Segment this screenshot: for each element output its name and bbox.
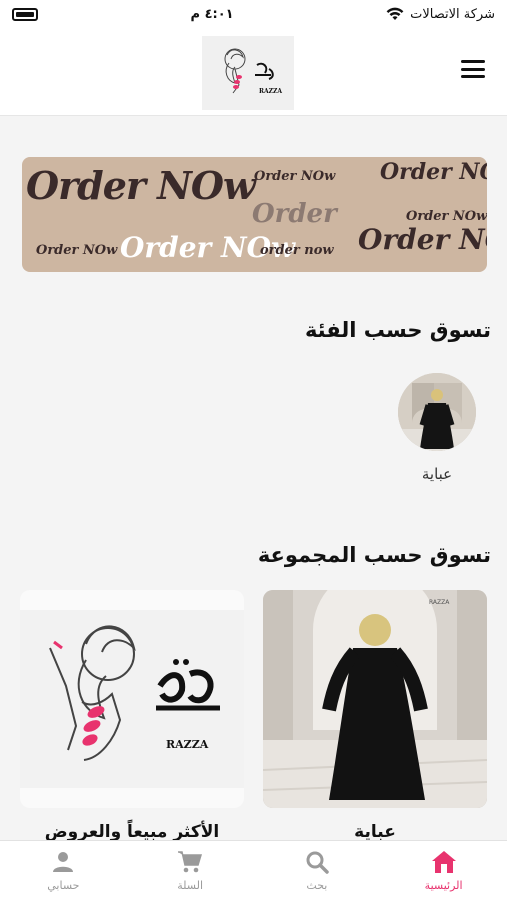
wifi-icon [386, 7, 404, 20]
svg-text:RAZZA: RAZZA [259, 88, 282, 95]
brand-logo[interactable]: RAZZA [202, 36, 294, 110]
razza-logo-image: RAZZA [20, 590, 244, 808]
banner-text: Order NOw [380, 159, 487, 185]
status-time: ٤:٠١ م [190, 6, 234, 22]
promo-banner[interactable]: Order NOw Order NOw Order NOw Order Orde… [22, 157, 487, 272]
categories-title: تسوق حسب الفئة [304, 318, 491, 342]
collection-card-abaya[interactable]: RAZZA [263, 590, 487, 808]
nav-cart-label: السلة [177, 879, 203, 892]
banner-text: Order [252, 199, 337, 229]
collection-label-bestsellers: الأكثر مبيعاً والعروض [44, 822, 220, 842]
menu-line [461, 67, 485, 71]
category-label: عباية [421, 465, 453, 483]
collection-label-abaya: عباية [354, 822, 396, 842]
nav-cart[interactable]: السلة [127, 841, 254, 900]
carrier-name: شركة الاتصالات [410, 6, 495, 22]
svg-text:RAZZA: RAZZA [166, 738, 209, 751]
banner-text: Order NOw [36, 243, 118, 258]
banner-text: Order NOw [358, 223, 487, 256]
cart-icon [177, 849, 203, 875]
nav-search-label: بحث [306, 879, 328, 892]
nav-account-label: حسابي [47, 879, 80, 892]
status-bar: ٤:٠١ م شركة الاتصالات [0, 0, 507, 28]
abaya-photo: RAZZA [263, 590, 487, 808]
menu-button[interactable] [461, 60, 485, 78]
bottom-nav: الرئيسية بحث السلة حسابي [0, 840, 507, 900]
banner-text: order now [260, 243, 334, 258]
banner-text: Order NOw [406, 209, 487, 224]
category-image [398, 373, 476, 451]
carrier-group: شركة الاتصالات [386, 7, 495, 22]
nav-home[interactable]: الرئيسية [380, 841, 507, 900]
account-icon [50, 849, 76, 875]
battery-icon [12, 7, 38, 21]
search-icon [304, 849, 330, 875]
category-item[interactable]: عباية [396, 373, 478, 483]
collections-title: تسوق حسب المجموعة [257, 543, 491, 567]
menu-line [461, 75, 485, 78]
rose-logo-icon: RAZZA [224, 48, 282, 95]
banner-text: Order NOw [26, 163, 256, 208]
home-icon [431, 849, 457, 875]
svg-text:RAZZA: RAZZA [429, 599, 450, 606]
app-header: RAZZA [0, 28, 507, 116]
nav-home-label: الرئيسية [424, 879, 463, 892]
banner-text: Order NOw [254, 169, 336, 184]
menu-line [461, 60, 485, 63]
collection-card-bestsellers[interactable]: RAZZA [20, 590, 244, 808]
nav-search[interactable]: بحث [254, 841, 381, 900]
nav-account[interactable]: حسابي [0, 841, 127, 900]
